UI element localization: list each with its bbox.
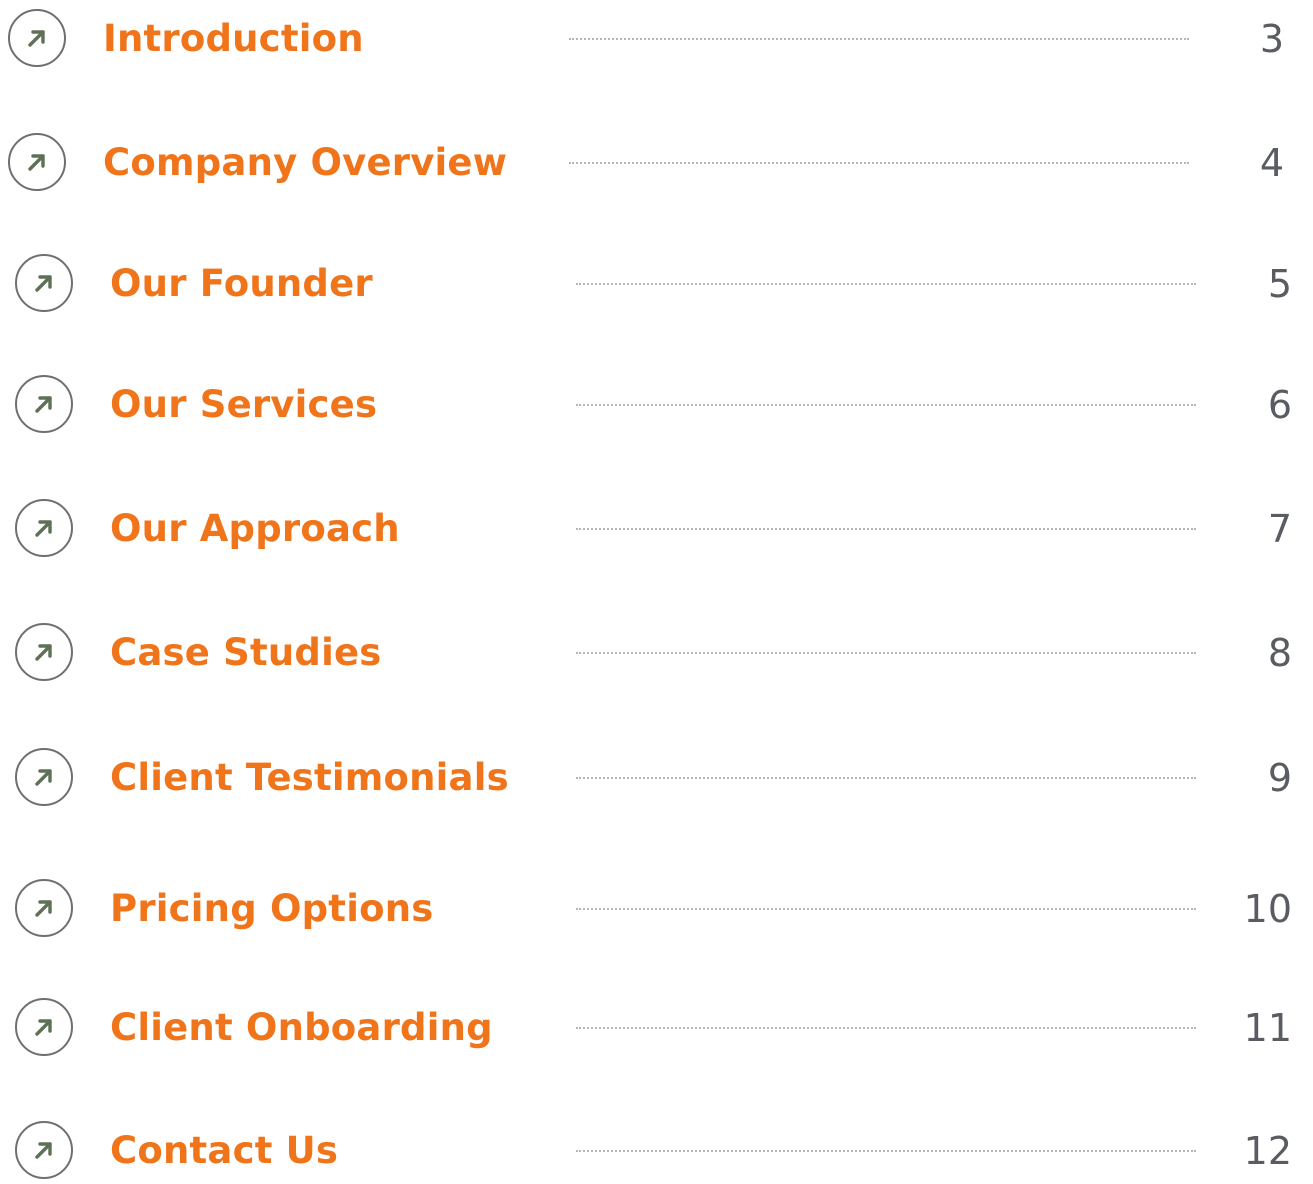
toc-entry-title[interactable]: Introduction: [103, 8, 364, 70]
arrow-up-right-icon[interactable]: [15, 748, 73, 806]
toc-entry-title[interactable]: Case Studies: [110, 622, 381, 684]
dot-leader: [576, 283, 1196, 285]
toc-entry-our-services[interactable]: Our Services 6: [0, 374, 1313, 438]
dot-leader: [576, 404, 1196, 406]
toc-entry-page-number: 5: [1267, 262, 1292, 306]
dot-leader: [576, 1150, 1196, 1152]
arrow-up-right-icon[interactable]: [15, 998, 73, 1056]
arrow-up-right-icon[interactable]: [15, 499, 73, 557]
toc-entry-title[interactable]: Our Approach: [110, 498, 400, 560]
toc-entry-title[interactable]: Company Overview: [103, 132, 507, 194]
toc-entry-our-approach[interactable]: Our Approach 7: [0, 498, 1313, 562]
toc-entry-page-number: 4: [1259, 141, 1284, 185]
toc-entry-title[interactable]: Contact Us: [110, 1120, 338, 1182]
table-of-contents: Introduction 3 Company Overview 4 Our Fo…: [0, 0, 1313, 1180]
toc-entry-title[interactable]: Our Services: [110, 374, 377, 436]
dot-leader: [576, 652, 1196, 654]
arrow-up-right-icon[interactable]: [15, 254, 73, 312]
toc-entry-title[interactable]: Client Testimonials: [110, 747, 509, 809]
toc-entry-page-number: 3: [1259, 17, 1284, 61]
toc-entry-client-testimonials[interactable]: Client Testimonials 9: [0, 747, 1313, 811]
toc-entry-title[interactable]: Our Founder: [110, 253, 373, 315]
arrow-up-right-icon[interactable]: [8, 133, 66, 191]
toc-entry-case-studies[interactable]: Case Studies 8: [0, 622, 1313, 686]
toc-entry-pricing-options[interactable]: Pricing Options 10: [0, 878, 1313, 942]
toc-entry-title[interactable]: Pricing Options: [110, 878, 433, 940]
dot-leader: [569, 38, 1189, 40]
toc-entry-client-onboarding[interactable]: Client Onboarding 11: [0, 997, 1313, 1061]
dot-leader: [576, 777, 1196, 779]
toc-entry-page-number: 10: [1243, 887, 1292, 931]
toc-entry-page-number: 9: [1267, 756, 1292, 800]
dot-leader: [576, 1027, 1196, 1029]
arrow-up-right-icon[interactable]: [15, 879, 73, 937]
arrow-up-right-icon[interactable]: [8, 9, 66, 67]
dot-leader: [576, 908, 1196, 910]
toc-entry-title[interactable]: Client Onboarding: [110, 997, 493, 1059]
toc-entry-page-number: 11: [1243, 1006, 1292, 1050]
toc-entry-page-number: 7: [1267, 507, 1292, 551]
toc-entry-contact-us[interactable]: Contact Us 12: [0, 1120, 1313, 1184]
toc-entry-page-number: 6: [1267, 383, 1292, 427]
toc-entry-company-overview[interactable]: Company Overview 4: [0, 132, 1313, 196]
arrow-up-right-icon[interactable]: [15, 623, 73, 681]
dot-leader: [576, 528, 1196, 530]
arrow-up-right-icon[interactable]: [15, 1121, 73, 1179]
dot-leader: [569, 162, 1189, 164]
toc-entry-page-number: 8: [1267, 631, 1292, 675]
toc-entry-our-founder[interactable]: Our Founder 5: [0, 253, 1313, 317]
toc-entry-introduction[interactable]: Introduction 3: [0, 8, 1313, 72]
toc-entry-page-number: 12: [1243, 1129, 1292, 1173]
arrow-up-right-icon[interactable]: [15, 375, 73, 433]
